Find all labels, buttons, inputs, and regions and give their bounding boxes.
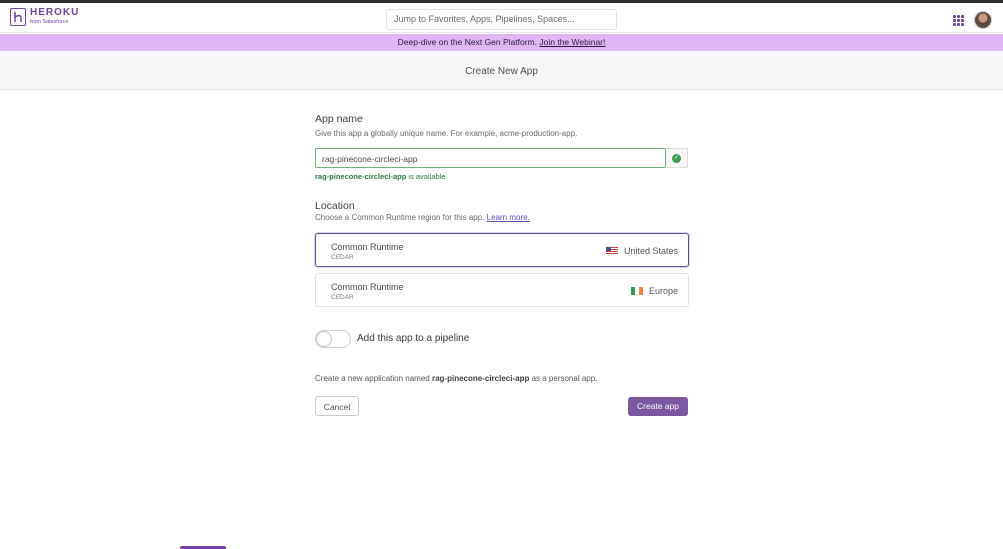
top-navbar: HEROKU from Salesforce Jump to Favorites… xyxy=(0,3,1003,33)
available-app-name: rag-pinecone-circleci-app xyxy=(315,172,407,181)
region-stack: CEDAR xyxy=(331,254,354,261)
apps-menu-icon[interactable] xyxy=(953,15,964,26)
user-avatar[interactable] xyxy=(974,11,992,29)
location-label: Location xyxy=(315,200,355,212)
brand-subtitle: from Salesforce xyxy=(30,19,69,26)
app-name-section: App name Give this app a globally unique… xyxy=(315,113,689,138)
create-app-button[interactable]: Create app xyxy=(628,397,688,416)
availability-message: rag-pinecone-circleci-app is available xyxy=(315,172,445,181)
banner-text: Deep-dive on the Next Gen Platform. xyxy=(397,37,537,47)
heroku-logo[interactable]: HEROKU from Salesforce xyxy=(10,8,79,26)
app-name-field: rag-pinecone-circleci-app ✓ xyxy=(315,148,688,168)
page-title: Create New App xyxy=(465,66,538,77)
global-search-input[interactable]: Jump to Favorites, Apps, Pipelines, Spac… xyxy=(386,9,617,30)
check-circle-icon: ✓ xyxy=(672,153,681,163)
app-name-input[interactable]: rag-pinecone-circleci-app xyxy=(315,148,666,168)
ireland-flag-icon xyxy=(630,287,643,295)
location-description: Choose a Common Runtime region for this … xyxy=(315,213,530,222)
region-label: United States xyxy=(623,246,678,256)
region-stack: CEDAR xyxy=(331,294,354,301)
app-name-label: App name xyxy=(315,113,363,125)
heroku-logo-icon xyxy=(10,8,26,26)
region-option-united-states[interactable]: Common Runtime CEDAR United States xyxy=(315,233,689,267)
availability-indicator: ✓ xyxy=(666,148,688,168)
region-option-europe[interactable]: Common Runtime CEDAR Europe xyxy=(315,273,689,307)
page-header: Create New App xyxy=(0,51,1003,90)
pipeline-toggle[interactable] xyxy=(315,330,351,348)
toggle-knob xyxy=(316,331,332,347)
learn-more-link[interactable]: Learn more. xyxy=(487,213,530,222)
region-runtime-name: Common Runtime xyxy=(331,242,404,252)
create-summary: Create a new application named rag-pinec… xyxy=(315,374,598,383)
region-runtime-name: Common Runtime xyxy=(331,282,404,292)
summary-app-name: rag-pinecone-circleci-app xyxy=(431,374,530,383)
banner-webinar-link[interactable]: Join the Webinar! xyxy=(539,37,605,47)
region-label: Europe xyxy=(648,286,678,296)
brand-name: HEROKU xyxy=(30,7,80,19)
cancel-button[interactable]: Cancel xyxy=(315,396,359,416)
available-text: is available xyxy=(408,172,446,181)
us-flag-icon xyxy=(605,247,618,255)
pipeline-toggle-label: Add this app to a pipeline xyxy=(357,333,470,344)
app-name-description: Give this app a globally unique name. Fo… xyxy=(315,129,578,138)
announcement-banner: Deep-dive on the Next Gen Platform. Join… xyxy=(0,34,1003,51)
